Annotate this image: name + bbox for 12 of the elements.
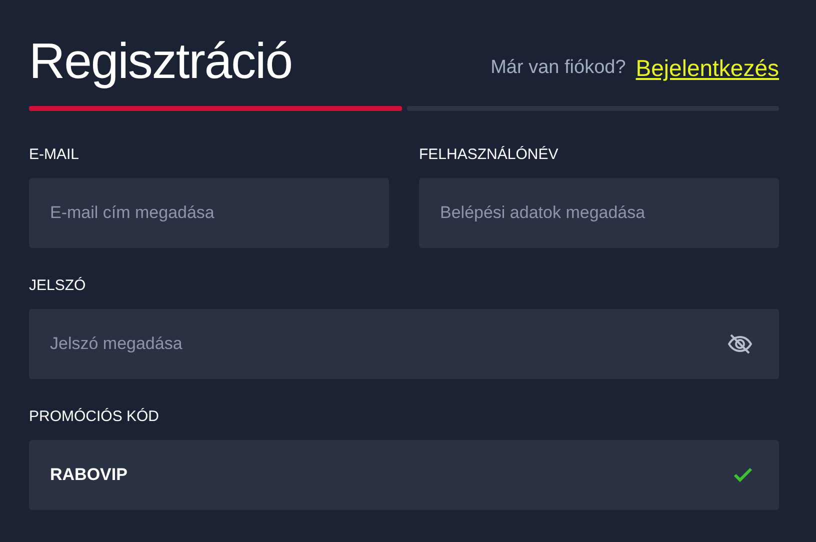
input-field[interactable]: Belépési adatok megadása [419,178,779,248]
eye-off-icon[interactable] [727,333,753,355]
field-label: E-MAIL [29,147,80,163]
input-field[interactable]: RABOVIP [29,440,779,510]
input-field[interactable]: E-mail cím megadása [29,178,389,248]
page-title: Regisztráció [29,32,292,90]
field-label: FELHASZNÁLÓNÉV [419,147,560,163]
login-link[interactable]: Bejelentkezés [636,54,779,82]
field-label: JELSZÓ [29,278,87,294]
field-label: PROMÓCIÓS KÓD [29,409,160,425]
login-prompt: Már van fiókod? [490,57,626,79]
input-field[interactable]: Jelszó megadása [29,309,779,379]
